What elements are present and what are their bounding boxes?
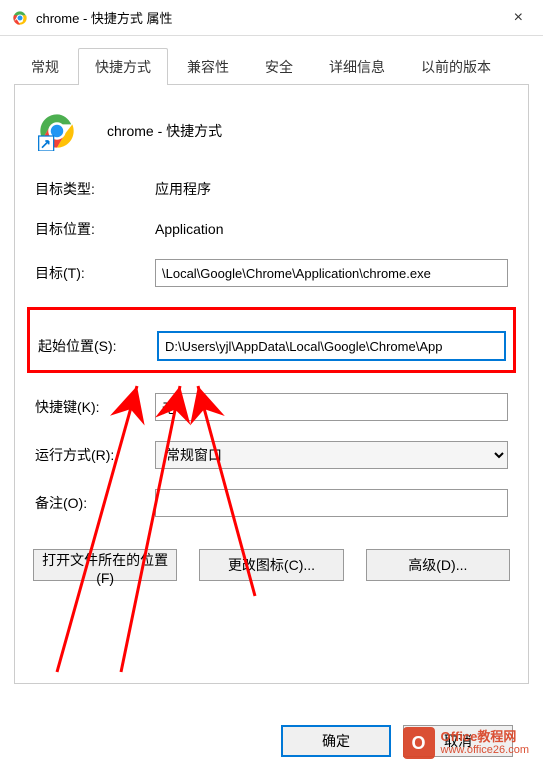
row-run: 运行方式(R): 常规窗口 xyxy=(33,441,510,469)
tab-previous[interactable]: 以前的版本 xyxy=(404,48,508,85)
input-target[interactable] xyxy=(155,259,508,287)
watermark-text: Office教程网 www.office26.com xyxy=(441,730,529,756)
value-target-location: Application xyxy=(155,221,224,237)
watermark: O Office教程网 www.office26.com xyxy=(403,727,529,759)
header-title: chrome - 快捷方式 xyxy=(107,121,222,141)
label-shortcut-key: 快捷键(K): xyxy=(35,397,155,417)
tab-compatibility[interactable]: 兼容性 xyxy=(170,48,246,85)
tab-shortcut[interactable]: 快捷方式 xyxy=(78,48,168,85)
titlebar: chrome - 快捷方式 属性 × xyxy=(0,0,543,36)
header-row: chrome - 快捷方式 xyxy=(33,103,510,179)
row-target: 目标(T): xyxy=(33,259,510,287)
input-start-in[interactable] xyxy=(158,332,505,360)
window-title: chrome - 快捷方式 属性 xyxy=(36,8,173,27)
row-target-type: 目标类型: 应用程序 xyxy=(33,179,510,199)
label-target-location: 目标位置: xyxy=(35,219,155,239)
row-comment: 备注(O): xyxy=(33,489,510,517)
tab-details[interactable]: 详细信息 xyxy=(312,48,402,85)
label-target-type: 目标类型: xyxy=(35,179,155,199)
change-icon-button[interactable]: 更改图标(C)... xyxy=(199,549,343,581)
chrome-shortcut-icon xyxy=(37,111,77,151)
label-run: 运行方式(R): xyxy=(35,445,155,465)
button-row: 打开文件所在的位置(F) 更改图标(C)... 高级(D)... xyxy=(33,549,510,581)
label-start-in: 起始位置(S): xyxy=(38,336,158,356)
row-target-location: 目标位置: Application xyxy=(33,219,510,239)
chrome-icon xyxy=(12,10,28,26)
tab-general[interactable]: 常规 xyxy=(14,48,76,85)
select-run[interactable]: 常规窗口 xyxy=(155,441,508,469)
label-target: 目标(T): xyxy=(35,263,155,283)
watermark-url: www.office26.com xyxy=(441,744,529,756)
close-button[interactable]: × xyxy=(506,5,531,31)
open-location-button[interactable]: 打开文件所在的位置(F) xyxy=(33,549,177,581)
advanced-button[interactable]: 高级(D)... xyxy=(366,549,510,581)
watermark-icon: O xyxy=(403,727,435,759)
row-start-in: 起始位置(S): xyxy=(36,332,507,360)
input-comment[interactable] xyxy=(155,489,508,517)
input-shortcut-key[interactable] xyxy=(155,393,508,421)
ok-button[interactable]: 确定 xyxy=(281,725,391,757)
highlight-box: 起始位置(S): xyxy=(27,307,516,373)
watermark-brand: Office教程网 xyxy=(441,730,529,744)
tabs: 常规 快捷方式 兼容性 安全 详细信息 以前的版本 xyxy=(0,36,543,85)
tab-security[interactable]: 安全 xyxy=(248,48,310,85)
value-target-type: 应用程序 xyxy=(155,179,211,199)
tab-content: chrome - 快捷方式 目标类型: 应用程序 目标位置: Applicati… xyxy=(14,84,529,684)
label-comment: 备注(O): xyxy=(35,493,155,513)
row-shortcut-key: 快捷键(K): xyxy=(33,393,510,421)
titlebar-left: chrome - 快捷方式 属性 xyxy=(12,8,173,27)
